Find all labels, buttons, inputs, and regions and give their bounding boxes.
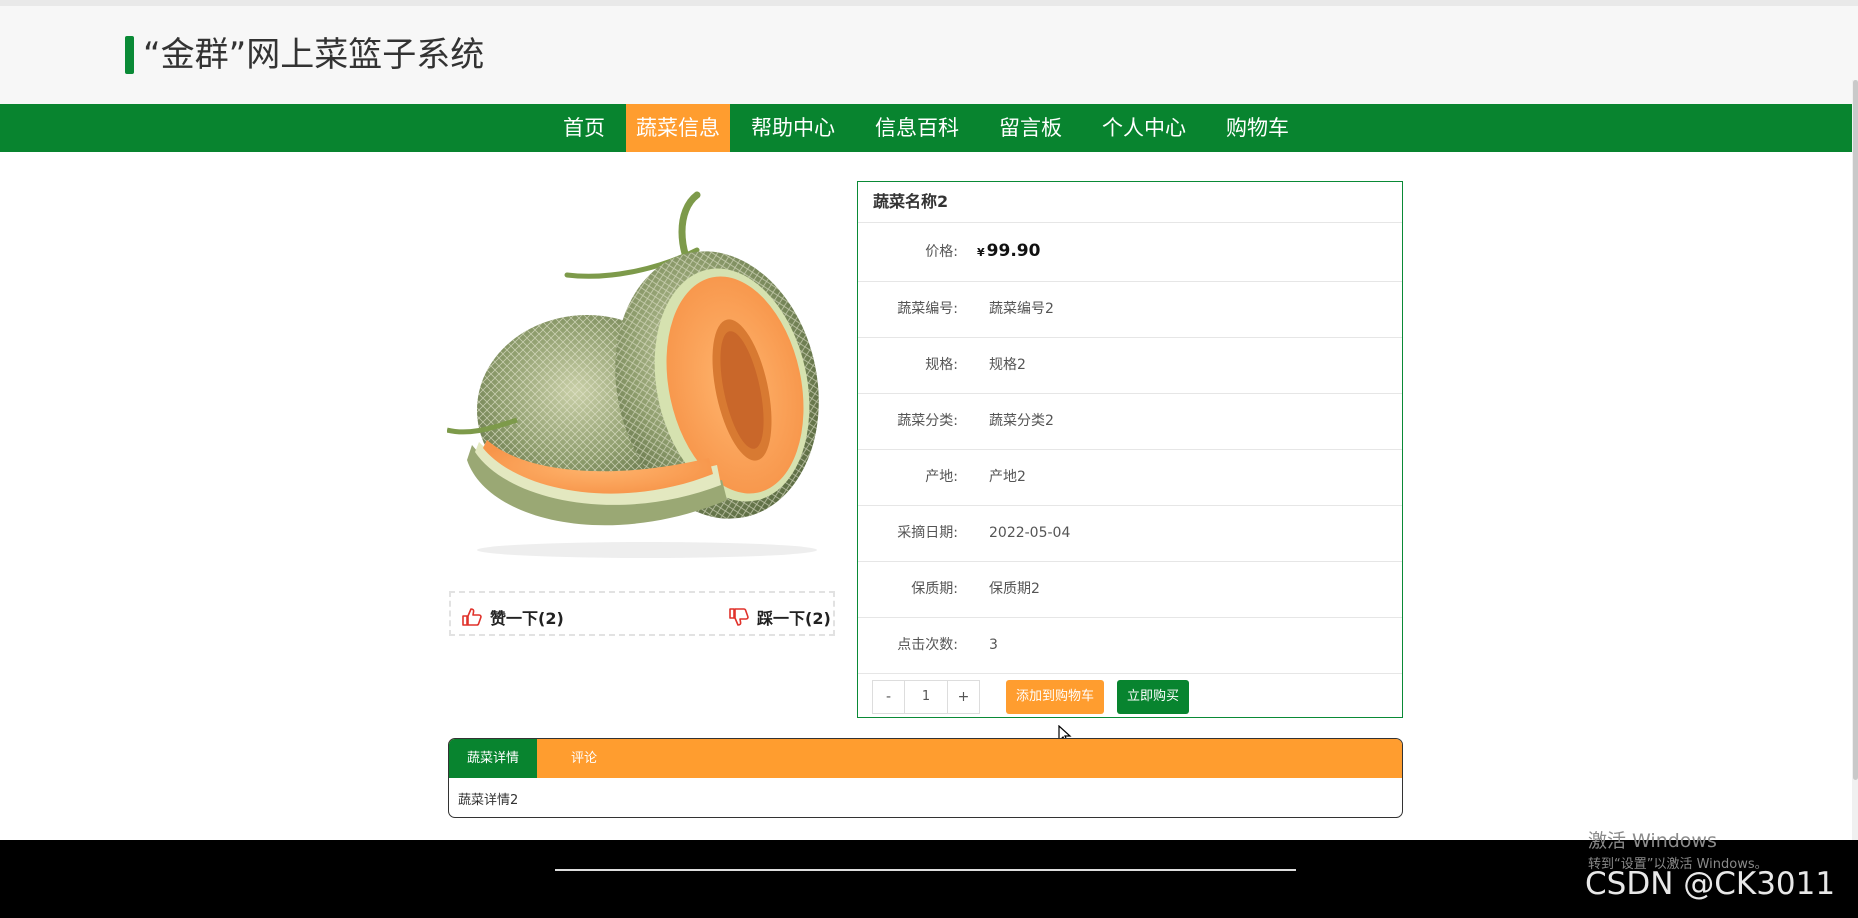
price-value: ¥99.90 <box>977 223 1040 281</box>
footer <box>0 840 1858 918</box>
info-value: 蔬菜编号2 <box>989 301 1054 317</box>
nav-item-vegetables[interactable]: 蔬菜信息 <box>626 104 730 152</box>
dislike-button[interactable]: 踩一下(2) <box>729 605 831 629</box>
like-button[interactable]: 赞一下(2) <box>462 605 564 629</box>
info-row-code: 蔬菜编号: 蔬菜编号2 <box>858 282 1402 338</box>
thumbs-up-icon <box>462 608 482 626</box>
detail-tabs: 蔬菜详情 评论 蔬菜详情2 <box>448 738 1403 818</box>
info-label: 采摘日期: <box>897 525 958 541</box>
info-row-clicks: 点击次数: 3 <box>858 618 1402 674</box>
product-image <box>447 191 819 558</box>
tab-bar: 蔬菜详情 评论 <box>449 739 1402 778</box>
info-value: 规格2 <box>989 357 1026 373</box>
tab-details[interactable]: 蔬菜详情 <box>449 739 538 778</box>
price-row: 价格: ¥99.90 <box>858 223 1402 282</box>
price-label: 价格: <box>925 244 958 260</box>
product-info-panel: 蔬菜名称2 价格: ¥99.90 蔬菜编号: 蔬菜编号2 规格: 规格2 蔬菜分… <box>857 181 1403 718</box>
info-label: 保质期: <box>911 581 958 597</box>
info-row-spec: 规格: 规格2 <box>858 338 1402 394</box>
product-name: 蔬菜名称2 <box>858 182 1402 223</box>
windows-activation-watermark: 激活 Windows <box>1588 830 1717 852</box>
footer-divider <box>555 869 1296 871</box>
tab-comments[interactable]: 评论 <box>537 739 631 778</box>
info-row-pick-date: 采摘日期: 2022-05-04 <box>858 506 1402 562</box>
thumbs-down-icon <box>729 608 749 626</box>
info-row-origin: 产地: 产地2 <box>858 450 1402 506</box>
dislike-label: 踩一下(2) <box>757 609 831 628</box>
currency-symbol: ¥ <box>977 246 985 259</box>
info-label: 规格: <box>925 357 958 373</box>
site-title: “金群”网上菜篮子系统 <box>143 35 485 75</box>
nav-item-home[interactable]: 首页 <box>553 104 615 152</box>
info-label: 蔬菜编号: <box>897 301 958 317</box>
info-row-category: 蔬菜分类: 蔬菜分类2 <box>858 394 1402 450</box>
info-value: 产地2 <box>989 469 1026 485</box>
info-value: 蔬菜分类2 <box>989 413 1054 429</box>
nav-item-profile[interactable]: 个人中心 <box>1092 104 1196 152</box>
add-to-cart-button[interactable]: 添加到购物车 <box>1006 680 1105 714</box>
csdn-watermark: CSDN @CK3011 <box>1585 866 1836 902</box>
purchase-actions: - 1 + 添加到购物车 立即购买 <box>858 674 1402 720</box>
buy-now-button[interactable]: 立即购买 <box>1117 680 1190 714</box>
info-value: 保质期2 <box>989 581 1040 597</box>
info-label: 产地: <box>925 469 958 485</box>
info-row-shelf-life: 保质期: 保质期2 <box>858 562 1402 618</box>
quantity-increase-button[interactable]: + <box>948 681 979 713</box>
like-label: 赞一下(2) <box>490 609 564 628</box>
quantity-decrease-button[interactable]: - <box>873 681 904 713</box>
price-amount: 99.90 <box>986 241 1041 261</box>
site-header: “金群”网上菜篮子系统 <box>0 6 1858 104</box>
info-label: 点击次数: <box>897 637 958 653</box>
logo-accent-bar <box>125 36 134 74</box>
info-label: 蔬菜分类: <box>897 413 958 429</box>
scrollbar-thumb[interactable] <box>1853 80 1858 780</box>
tab-content: 蔬菜详情2 <box>458 793 519 808</box>
main-nav: 首页 蔬菜信息 帮助中心 信息百科 留言板 个人中心 购物车 <box>0 104 1852 152</box>
quantity-stepper: - 1 + <box>872 680 980 714</box>
quantity-input[interactable]: 1 <box>904 681 948 713</box>
nav-item-cart[interactable]: 购物车 <box>1216 104 1299 152</box>
info-value: 3 <box>989 637 998 653</box>
nav-item-messages[interactable]: 留言板 <box>989 104 1072 152</box>
nav-item-help[interactable]: 帮助中心 <box>741 104 845 152</box>
nav-item-wiki[interactable]: 信息百科 <box>865 104 969 152</box>
info-value: 2022-05-04 <box>989 525 1071 541</box>
vote-box: 赞一下(2) 踩一下(2) <box>449 591 835 636</box>
